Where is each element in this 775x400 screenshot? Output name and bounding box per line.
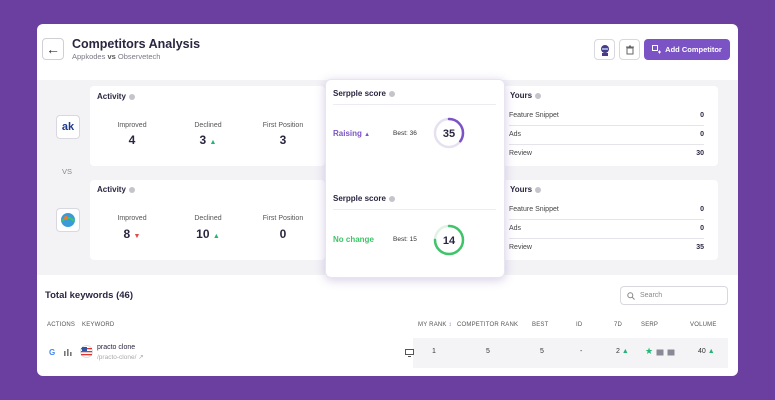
search-input[interactable]: Search bbox=[620, 286, 728, 305]
competitor-logo-appkodes: ak bbox=[56, 115, 80, 139]
metric-label-first-position: First Position bbox=[262, 215, 304, 222]
divider bbox=[333, 104, 496, 105]
yours-title-2: Yours bbox=[510, 185, 542, 194]
metric-label-improved: Improved bbox=[117, 122, 147, 129]
google-icon[interactable]: G bbox=[49, 348, 55, 357]
column-header-my-rank[interactable]: MY RANK ↕ bbox=[418, 322, 452, 328]
best-value: 5 bbox=[540, 348, 544, 355]
divider bbox=[333, 209, 496, 210]
column-header-competitor-rank[interactable]: COMPETITOR RANK bbox=[457, 322, 518, 328]
score-best-1: Best: 36 bbox=[393, 130, 417, 137]
keyword-url[interactable]: /practo-clone/ ↗ bbox=[97, 353, 144, 361]
score-best-2: Best: 15 bbox=[393, 236, 417, 243]
score-value-1: 35 bbox=[443, 128, 455, 140]
video-icon bbox=[667, 349, 675, 356]
add-competitor-button[interactable]: Add Competitor bbox=[644, 39, 730, 60]
us-flag-icon bbox=[80, 345, 93, 358]
column-header-7d[interactable]: 7D bbox=[614, 322, 622, 328]
desktop-icon bbox=[405, 349, 414, 357]
yours-row-review: Review 35 bbox=[509, 244, 704, 251]
add-user-icon bbox=[652, 45, 662, 54]
trend-down-icon: ▼ bbox=[133, 233, 141, 240]
score-status-1: Raising ▲ bbox=[333, 129, 371, 138]
column-header-actions: ACTIONS bbox=[47, 322, 76, 328]
delete-button[interactable] bbox=[619, 39, 640, 60]
column-header-volume[interactable]: VOLUME bbox=[690, 322, 717, 328]
trash-icon bbox=[625, 45, 634, 54]
back-button[interactable]: ← bbox=[42, 38, 64, 60]
trend-up-icon: ▲ bbox=[621, 348, 629, 355]
metric-label-improved: Improved bbox=[117, 215, 147, 222]
avatar-button[interactable] bbox=[594, 39, 615, 60]
score-status-2: No change bbox=[333, 235, 374, 244]
info-icon bbox=[535, 92, 542, 99]
activity-title-1: Activity bbox=[97, 92, 135, 101]
yours-title-1: Yours bbox=[510, 91, 542, 100]
id-value: - bbox=[580, 348, 583, 355]
trend-up-icon: ▲ bbox=[364, 132, 371, 138]
sort-icon: ↕ bbox=[448, 322, 452, 328]
activity-title-2: Activity bbox=[97, 185, 135, 194]
my-rank-value: 1 bbox=[432, 348, 436, 355]
metric-label-declined: Declined bbox=[194, 122, 222, 129]
info-icon bbox=[388, 195, 395, 202]
column-header-best[interactable]: BEST bbox=[532, 322, 548, 328]
info-icon bbox=[535, 186, 542, 193]
column-header-id[interactable]: ID bbox=[576, 322, 582, 328]
serpple-score-title-1: Serpple score bbox=[333, 89, 395, 98]
info-icon bbox=[388, 90, 395, 97]
search-icon bbox=[627, 291, 635, 300]
metric-value-first-position: 0 bbox=[279, 227, 287, 241]
serpple-score-title-2: Serpple score bbox=[333, 194, 395, 203]
star-icon: ★ bbox=[645, 346, 654, 356]
metric-value-declined: 10 ▲ bbox=[196, 227, 220, 241]
arrow-left-icon: ← bbox=[46, 41, 60, 57]
external-link-icon: ↗ bbox=[138, 354, 144, 361]
divider bbox=[509, 238, 704, 239]
metric-label-declined: Declined bbox=[194, 215, 222, 222]
score-value-2: 14 bbox=[443, 235, 456, 247]
trend-up-icon: ▲ bbox=[209, 139, 217, 146]
metric-value-declined: 3 ▲ bbox=[199, 133, 217, 147]
page-subtitle: Appkodes vs Observetech bbox=[72, 52, 161, 61]
metric-label-first-position: First Position bbox=[262, 122, 304, 129]
7d-value: 2 ▲ bbox=[616, 348, 629, 355]
metric-value-improved: 8 ▼ bbox=[123, 227, 141, 241]
column-header-keyword[interactable]: KEYWORD bbox=[82, 322, 114, 328]
score-card-gap bbox=[326, 170, 504, 180]
score-ring-2: 14 bbox=[433, 224, 465, 256]
divider bbox=[509, 219, 704, 220]
table-row-highlight bbox=[413, 338, 728, 368]
metric-value-improved: 4 bbox=[128, 133, 136, 147]
competitor-logo-observetech bbox=[56, 208, 80, 232]
metric-value-first-position: 3 bbox=[279, 133, 287, 147]
column-header-serp[interactable]: SERP bbox=[641, 322, 658, 328]
info-icon bbox=[128, 93, 135, 100]
robot-icon bbox=[600, 44, 609, 56]
keyword-text: practo clone bbox=[97, 344, 136, 351]
yours-row-review: Review 30 bbox=[509, 150, 704, 157]
vs-label: VS bbox=[62, 167, 73, 176]
competitor-rank-value: 5 bbox=[486, 348, 490, 355]
yours-row-feature-snippet: Feature Snippet 0 bbox=[509, 112, 704, 119]
volume-value: 40 ▲ bbox=[698, 348, 715, 355]
image-icon bbox=[656, 349, 664, 356]
yours-row-feature-snippet: Feature Snippet 0 bbox=[509, 206, 704, 213]
page-title: Competitors Analysis bbox=[72, 37, 201, 51]
trend-up-icon: ▲ bbox=[212, 233, 220, 240]
yours-row-ads: Ads 0 bbox=[509, 131, 704, 138]
bar-chart-icon[interactable] bbox=[64, 348, 72, 356]
info-icon bbox=[128, 186, 135, 193]
yours-row-ads: Ads 0 bbox=[509, 225, 704, 232]
divider bbox=[509, 144, 704, 145]
trend-up-icon: ▲ bbox=[707, 348, 715, 355]
observetech-logo-icon bbox=[61, 213, 75, 227]
divider bbox=[509, 125, 704, 126]
total-keywords-title: Total keywords (46) bbox=[45, 290, 133, 301]
score-ring-1: 35 bbox=[433, 117, 465, 149]
